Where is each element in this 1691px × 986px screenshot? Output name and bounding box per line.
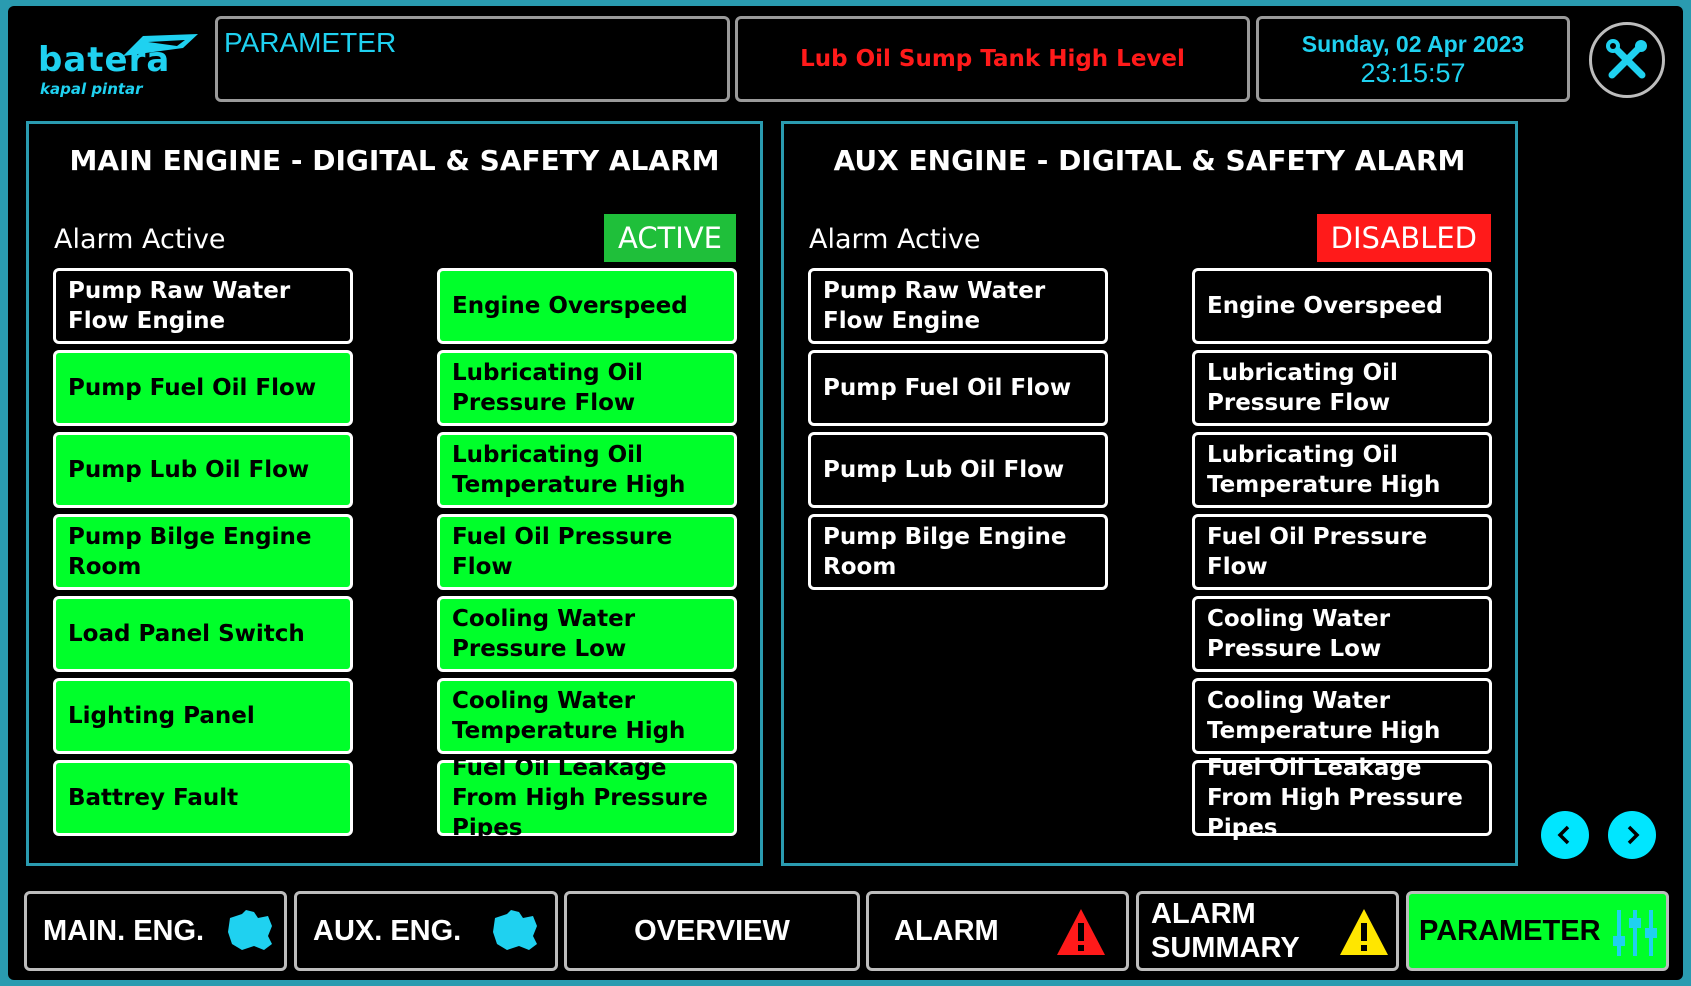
alarm-button-pump-fuel-oil-flow[interactable]: Pump Fuel Oil Flow bbox=[53, 350, 353, 426]
tab-parameter[interactable]: PARAMETER bbox=[1406, 891, 1669, 971]
alarm-button-label: Cooling Water Pressure Low bbox=[452, 606, 636, 662]
alarm-button-battrey-fault[interactable]: Battrey Fault bbox=[53, 760, 353, 836]
tab-main-engine[interactable]: MAIN. ENG. bbox=[24, 891, 287, 971]
alarm-button-label: Fuel Oil Pressure Flow bbox=[1207, 524, 1428, 580]
alarm-button-label: Pump Lub Oil Flow bbox=[823, 457, 1065, 483]
alarm-button-label: Lighting Panel bbox=[68, 703, 255, 729]
alarm-button-label: Lubricating Oil Temperature High bbox=[452, 442, 686, 498]
tools-icon bbox=[1606, 39, 1647, 79]
current-alarm-box: Lub Oil Sump Tank High Level bbox=[735, 16, 1250, 102]
alarm-button-fuel-oil-pressure-flow[interactable]: Fuel Oil Pressure Flow bbox=[1192, 514, 1492, 590]
page-title-box: PARAMETER bbox=[215, 16, 730, 102]
alarm-button-label: Cooling Water Temperature High bbox=[452, 688, 686, 744]
alarm-button-fuel-oil-leakage-from-high-pressure-pipes[interactable]: Fuel Oil Leakage From High Pressure Pipe… bbox=[1192, 755, 1492, 841]
brand-tagline: kapal pintar bbox=[40, 80, 143, 98]
tab-label-line2: SUMMARY bbox=[1151, 932, 1300, 964]
status-badge[interactable]: ACTIVE bbox=[603, 214, 736, 262]
alarm-button-label: Fuel Oil Leakage From High Pressure Pipe… bbox=[1207, 755, 1463, 841]
settings-button[interactable] bbox=[1589, 22, 1665, 98]
brand-name: batera bbox=[38, 40, 171, 80]
warning-icon bbox=[1340, 909, 1388, 955]
alarm-button-label: Pump Fuel Oil Flow bbox=[823, 375, 1072, 401]
main-engine-right-column: Engine Overspeed Lubricating Oil Pressure… bbox=[437, 268, 737, 842]
alarm-button-label: Cooling Water Pressure Low bbox=[1207, 606, 1391, 662]
aux-engine-right-column: Engine Overspeed Lubricating Oil Pressure… bbox=[1192, 268, 1492, 842]
alarm-button-pump-lub-oil-flow[interactable]: Pump Lub Oil Flow bbox=[53, 432, 353, 508]
alarm-button-label: Pump Lub Oil Flow bbox=[68, 457, 310, 483]
brand-logo: batera kapal pintar bbox=[28, 22, 198, 102]
alarm-button-cooling-water-temperature-high[interactable]: Cooling Water Temperature High bbox=[437, 678, 737, 754]
tab-alarm-summary[interactable]: ALARM SUMMARY bbox=[1136, 891, 1399, 971]
tab-label: ALARM bbox=[894, 915, 999, 947]
main-engine-panel: MAIN ENGINE - DIGITAL & SAFETY ALARM Ala… bbox=[26, 121, 763, 866]
alarm-button-cooling-water-pressure-low[interactable]: Cooling Water Pressure Low bbox=[437, 596, 737, 672]
alarm-active-label: Alarm Active bbox=[54, 224, 226, 255]
datetime-box: Sunday, 02 Apr 2023 23:15:57 bbox=[1256, 16, 1570, 102]
alarm-button-pump-lub-oil-flow[interactable]: Pump Lub Oil Flow bbox=[808, 432, 1108, 508]
tab-label: MAIN. ENG. bbox=[43, 915, 205, 947]
alarm-button-fuel-oil-pressure-flow[interactable]: Fuel Oil Pressure Flow bbox=[437, 514, 737, 590]
alarm-button-lighting-panel[interactable]: Lighting Panel bbox=[53, 678, 353, 754]
alarm-button-engine-overspeed[interactable]: Engine Overspeed bbox=[1192, 268, 1492, 344]
alarm-button-label: Load Panel Switch bbox=[68, 621, 305, 647]
alarm-button-label: Lubricating Oil Temperature High bbox=[1207, 442, 1441, 498]
tab-label: OVERVIEW bbox=[634, 915, 790, 947]
alarm-button-label: Pump Raw Water Flow Engine bbox=[68, 278, 291, 334]
time-text: 23:15:57 bbox=[1360, 58, 1466, 88]
alarm-button-label: Engine Overspeed bbox=[452, 293, 688, 319]
alarm-button-cooling-water-temperature-high[interactable]: Cooling Water Temperature High bbox=[1192, 678, 1492, 754]
alarm-button-pump-raw-water-flow-engine[interactable]: Pump Raw Water Flow Engine bbox=[53, 268, 353, 344]
alarm-button-lubricating-oil-pressure-flow[interactable]: Lubricating Oil Pressure Flow bbox=[1192, 350, 1492, 426]
alarm-button-label: Pump Raw Water Flow Engine bbox=[823, 278, 1046, 334]
alarm-button-engine-overspeed[interactable]: Engine Overspeed bbox=[437, 268, 737, 344]
alarm-button-pump-bilge-engine-room[interactable]: Pump Bilge Engine Room bbox=[808, 514, 1108, 590]
tab-label-line1: ALARM bbox=[1151, 898, 1256, 930]
chevron-right-icon bbox=[1627, 825, 1640, 845]
sliders-icon bbox=[1613, 910, 1657, 956]
current-alarm-text: Lub Oil Sump Tank High Level bbox=[800, 46, 1185, 72]
alarm-button-load-panel-switch[interactable]: Load Panel Switch bbox=[53, 596, 353, 672]
alarm-button-lubricating-oil-temperature-high[interactable]: Lubricating Oil Temperature High bbox=[437, 432, 737, 508]
alarm-button-pump-raw-water-flow-engine[interactable]: Pump Raw Water Flow Engine bbox=[808, 268, 1108, 344]
alarm-button-fuel-oil-leakage-from-high-pressure-pipes[interactable]: Fuel Oil Leakage From High Pressure Pipe… bbox=[437, 755, 737, 841]
alarm-button-cooling-water-pressure-low[interactable]: Cooling Water Pressure Low bbox=[1192, 596, 1492, 672]
alarm-button-pump-fuel-oil-flow[interactable]: Pump Fuel Oil Flow bbox=[808, 350, 1108, 426]
chevron-left-icon bbox=[1557, 825, 1570, 845]
alarm-button-label: Pump Bilge Engine Room bbox=[68, 524, 312, 580]
alarm-button-pump-bilge-engine-room[interactable]: Pump Bilge Engine Room bbox=[53, 514, 353, 590]
alarm-button-label: Engine Overspeed bbox=[1207, 293, 1443, 319]
next-page-button[interactable] bbox=[1608, 811, 1656, 859]
aux-engine-left-column: Pump Raw Water Flow Engine Pump Fuel Oil … bbox=[808, 268, 1108, 596]
alarm-active-label: Alarm Active bbox=[809, 224, 981, 255]
alarm-button-label: Pump Fuel Oil Flow bbox=[68, 375, 317, 401]
alarm-button-lubricating-oil-pressure-flow[interactable]: Lubricating Oil Pressure Flow bbox=[437, 350, 737, 426]
tab-alarm[interactable]: ALARM bbox=[866, 891, 1129, 971]
panel-title: AUX ENGINE - DIGITAL & SAFETY ALARM bbox=[833, 144, 1466, 177]
tab-label: PARAMETER bbox=[1419, 915, 1601, 947]
page-title: PARAMETER bbox=[224, 27, 397, 58]
engine-icon bbox=[493, 910, 537, 950]
tab-label: AUX. ENG. bbox=[313, 915, 462, 947]
alarm-button-label: Pump Bilge Engine Room bbox=[823, 524, 1067, 580]
alarm-button-label: Lubricating Oil Pressure Flow bbox=[1207, 360, 1398, 416]
tab-label: ALARM SUMMARY bbox=[1151, 897, 1300, 965]
panel-title: MAIN ENGINE - DIGITAL & SAFETY ALARM bbox=[69, 144, 720, 177]
aux-engine-panel: AUX ENGINE - DIGITAL & SAFETY ALARM Alar… bbox=[781, 121, 1518, 866]
date-text: Sunday, 02 Apr 2023 bbox=[1301, 31, 1525, 57]
alarm-button-label: Fuel Oil Pressure Flow bbox=[452, 524, 673, 580]
main-engine-left-column: Pump Raw Water Flow Engine Pump Fuel Oil … bbox=[53, 268, 353, 842]
engine-icon bbox=[228, 910, 272, 950]
tab-overview[interactable]: OVERVIEW bbox=[564, 891, 860, 971]
alarm-button-lubricating-oil-temperature-high[interactable]: Lubricating Oil Temperature High bbox=[1192, 432, 1492, 508]
alarm-button-label: Battrey Fault bbox=[68, 785, 239, 811]
tab-aux-engine[interactable]: AUX. ENG. bbox=[294, 891, 558, 971]
prev-page-button[interactable] bbox=[1541, 811, 1589, 859]
alarm-button-label: Cooling Water Temperature High bbox=[1207, 688, 1441, 744]
alarm-button-label: Lubricating Oil Pressure Flow bbox=[452, 360, 643, 416]
alarm-warning-icon bbox=[1057, 909, 1105, 955]
alarm-button-label: Fuel Oil Leakage From High Pressure Pipe… bbox=[452, 755, 708, 841]
status-badge[interactable]: DISABLED bbox=[1316, 214, 1491, 262]
